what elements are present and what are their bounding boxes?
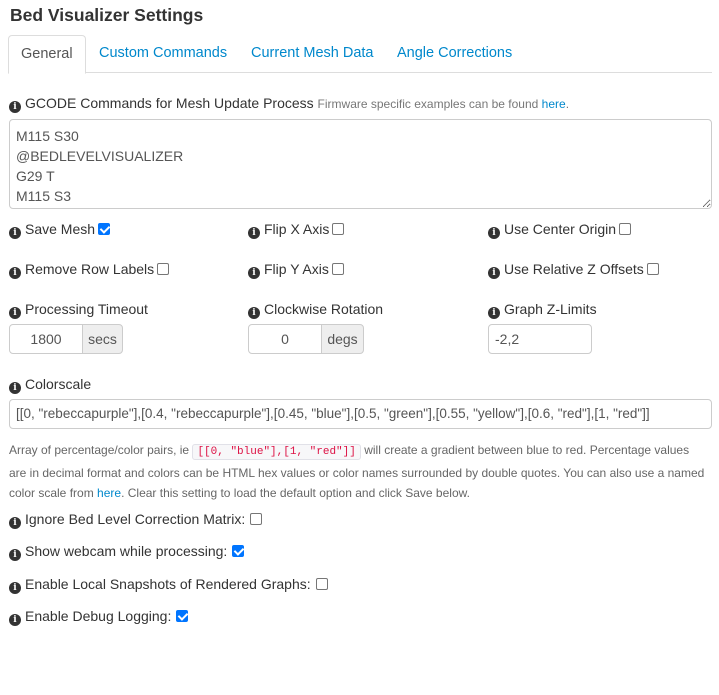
gcode-label: GCODE Commands for Mesh Update Process <box>25 95 314 111</box>
info-icon[interactable]: i <box>488 227 500 239</box>
colorscale-help: Array of percentage/color pairs, ie [[0,… <box>9 440 709 504</box>
ignore-matrix-checkbox[interactable] <box>250 513 263 525</box>
ignore-matrix-row: i Ignore Bed Level Correction Matrix: <box>9 511 263 529</box>
relative-z-checkbox[interactable] <box>646 263 659 275</box>
rotation-unit: degs <box>321 324 364 354</box>
info-icon[interactable]: i <box>248 267 260 279</box>
relative-z-label: Use Relative Z Offsets <box>504 261 644 277</box>
gcode-label-row: i GCODE Commands for Mesh Update Process … <box>9 95 569 113</box>
gcode-note: Firmware specific examples can be found … <box>318 97 569 111</box>
timeout-label: Processing Timeout <box>25 301 148 317</box>
ignore-matrix-label: Ignore Bed Level Correction Matrix: <box>25 511 246 527</box>
tab-general[interactable]: General <box>8 35 86 74</box>
zlimits-input[interactable]: -2,2 <box>488 324 592 354</box>
info-icon[interactable]: i <box>9 101 21 113</box>
gcode-note-end: . <box>565 97 570 111</box>
info-icon[interactable]: i <box>488 307 500 319</box>
tab-angle-corrections[interactable]: Angle Corrections <box>385 35 524 73</box>
center-origin-checkbox[interactable] <box>619 223 632 235</box>
colorscale-here-link[interactable]: here <box>97 486 121 500</box>
relative-z-row: i Use Relative Z Offsets <box>488 261 659 279</box>
tab-custom-commands[interactable]: Custom Commands <box>87 35 239 73</box>
show-webcam-label: Show webcam while processing: <box>25 543 228 559</box>
flip-x-row: i Flip X Axis <box>248 221 345 239</box>
snapshots-row: i Enable Local Snapshots of Rendered Grap… <box>9 576 328 594</box>
show-webcam-row: i Show webcam while processing: <box>9 543 245 561</box>
tab-current-mesh-data[interactable]: Current Mesh Data <box>239 35 386 73</box>
help-text-start: Array of percentage/color pairs, ie <box>9 443 190 457</box>
info-icon[interactable]: i <box>9 549 21 561</box>
flip-y-row: i Flip Y Axis <box>248 261 344 279</box>
remove-row-labels-row: i Remove Row Labels <box>9 261 170 279</box>
gcode-note-text: Firmware specific examples can be found <box>317 97 539 111</box>
show-webcam-checkbox[interactable] <box>232 545 245 557</box>
center-origin-row: i Use Center Origin <box>488 221 632 239</box>
debug-logging-checkbox[interactable] <box>176 610 189 622</box>
info-icon[interactable]: i <box>9 614 21 626</box>
flip-y-checkbox[interactable] <box>331 263 344 275</box>
zlimits-label: Graph Z-Limits <box>504 301 597 317</box>
rotation-label-row: i Clockwise Rotation <box>248 301 383 319</box>
rotation-input[interactable]: 0 <box>248 324 322 354</box>
timeout-unit: secs <box>82 324 123 354</box>
flip-x-label: Flip X Axis <box>264 221 330 237</box>
timeout-label-row: i Processing Timeout <box>9 301 148 319</box>
snapshots-checkbox[interactable] <box>315 578 328 590</box>
gcode-commands-textarea[interactable]: M115 S30 @BEDLEVELVISUALIZER G29 T M115 … <box>9 119 712 209</box>
save-mesh-checkbox[interactable] <box>98 223 111 235</box>
help-text-end: . Clear this setting to load the default… <box>121 486 470 500</box>
debug-logging-label: Enable Debug Logging: <box>25 608 172 624</box>
settings-tabs: General Custom Commands Current Mesh Dat… <box>8 35 712 74</box>
flip-x-checkbox[interactable] <box>332 223 345 235</box>
debug-logging-row: i Enable Debug Logging: <box>9 608 189 626</box>
info-icon[interactable]: i <box>488 267 500 279</box>
colorscale-input[interactable]: [[0, "rebeccapurple"],[0.4, "rebeccapurp… <box>9 399 712 429</box>
rotation-label: Clockwise Rotation <box>264 301 384 317</box>
snapshots-label: Enable Local Snapshots of Rendered Graph… <box>25 576 311 592</box>
info-icon[interactable]: i <box>9 382 21 394</box>
gcode-here-link[interactable]: here <box>542 97 566 111</box>
help-code-example: [[0, "blue"],[1, "red"]] <box>192 444 361 460</box>
colorscale-label: Colorscale <box>25 376 92 392</box>
colorscale-label-row: i Colorscale <box>9 376 91 394</box>
info-icon[interactable]: i <box>9 227 21 239</box>
info-icon[interactable]: i <box>9 307 21 319</box>
info-icon[interactable]: i <box>248 227 260 239</box>
zlimits-label-row: i Graph Z-Limits <box>488 301 597 319</box>
page-title: Bed Visualizer Settings <box>10 5 204 25</box>
remove-row-labels-label: Remove Row Labels <box>25 261 155 277</box>
info-icon[interactable]: i <box>248 307 260 319</box>
info-icon[interactable]: i <box>9 267 21 279</box>
timeout-input[interactable]: 1800 <box>9 324 83 354</box>
flip-y-label: Flip Y Axis <box>264 261 329 277</box>
info-icon[interactable]: i <box>9 582 21 594</box>
save-mesh-row: i Save Mesh <box>9 221 111 239</box>
info-icon[interactable]: i <box>9 517 21 529</box>
save-mesh-label: Save Mesh <box>25 221 96 237</box>
center-origin-label: Use Center Origin <box>504 221 617 237</box>
remove-row-labels-checkbox[interactable] <box>157 263 170 275</box>
